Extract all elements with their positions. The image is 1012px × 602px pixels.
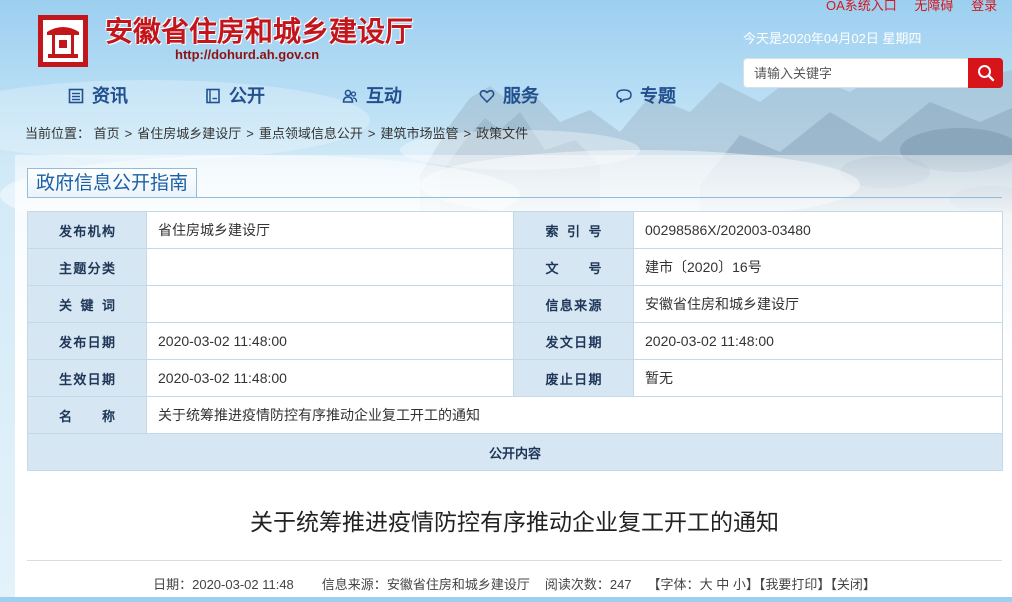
field-label: 信息来源: [545, 297, 602, 313]
table-row: 发布机构 省住房城乡建设厅 索 引 号 00298586X/202003-034…: [27, 211, 1003, 249]
table-row: 主题分类 文 号 建市〔2020〕16号: [27, 248, 1003, 286]
nav-item-label: 服务: [503, 86, 539, 106]
breadcrumb-market-supervision[interactable]: 建筑市场监管: [380, 126, 458, 141]
department-seal-logo[interactable]: [38, 15, 88, 67]
field-value: 关于统筹推进疫情防控有序推动企业复工开工的通知: [146, 396, 1003, 434]
field-value: 2020-03-02 11:48:00: [146, 359, 514, 397]
breadcrumb-prefix: 当前位置：: [25, 126, 91, 141]
field-value: 安徽省住房和城乡建设厅: [633, 285, 1003, 323]
book-icon: [206, 88, 220, 104]
nav-item-topics[interactable]: 专题: [616, 85, 753, 107]
login-link[interactable]: 登录: [971, 0, 997, 13]
accessibility-link[interactable]: 无障碍: [914, 0, 953, 13]
meta-views-label: 阅读次数：: [544, 577, 610, 592]
field-value: 2020-03-02 11:48:00: [633, 322, 1003, 360]
font-size-large[interactable]: 大: [700, 577, 713, 592]
field-label: 主题分类: [59, 260, 115, 276]
meta-date-value: 2020-03-02 11:48: [192, 577, 294, 592]
chat-icon: [616, 89, 632, 103]
table-row: 名 称 关于统筹推进疫情防控有序推动企业复工开工的通知: [27, 396, 1003, 434]
nav-item-public[interactable]: 公开: [205, 85, 342, 107]
field-value: 建市〔2020〕16号: [633, 248, 1003, 286]
breadcrumb-separator: >: [463, 126, 472, 141]
field-label: 废止日期: [545, 371, 602, 387]
close-button[interactable]: 【关闭】: [830, 577, 876, 592]
table-row: 关 键 词 信息来源 安徽省住房和城乡建设厅: [27, 285, 1003, 323]
print-button[interactable]: 【我要打印】: [759, 577, 831, 592]
search-input[interactable]: [743, 58, 968, 88]
today-date: 今天是2020年04月02日 星期四: [743, 31, 922, 46]
breadcrumb-separator: >: [124, 126, 133, 141]
field-value: 省住房城乡建设厅: [146, 211, 514, 249]
article-title: 关于统筹推进疫情防控有序推动企业复工开工的通知: [250, 509, 779, 535]
font-size-label: 【字体：: [647, 577, 700, 592]
nav-item-label: 专题: [640, 86, 676, 106]
site-url[interactable]: http://dohurd.ah.gov.cn: [175, 47, 319, 63]
field-label: 发文日期: [545, 334, 602, 350]
table-row: 发布日期 2020-03-02 11:48:00 发文日期 2020-03-02…: [27, 322, 1003, 360]
nav-item-news[interactable]: 资讯: [68, 85, 205, 107]
tab-underline: [27, 197, 1002, 198]
font-size-small[interactable]: 小: [733, 577, 746, 592]
table-row: 公开内容: [27, 433, 1003, 471]
table-row: 生效日期 2020-03-02 11:48:00 废止日期 暂无: [27, 359, 1003, 397]
search-icon: [977, 65, 994, 82]
nav-item-label: 资讯: [92, 86, 128, 106]
field-label: 关 键 词: [59, 297, 115, 313]
font-size-control: 【字体：大 中 小】: [648, 577, 759, 592]
meta-source-value: 安徽省住房和城乡建设厅: [386, 577, 530, 592]
field-label: 发布机构: [59, 223, 115, 239]
nav-item-label: 互动: [366, 86, 402, 106]
heart-icon: [479, 89, 495, 103]
list-icon: [68, 88, 84, 104]
title-divider: [27, 560, 1002, 561]
nav-item-interaction[interactable]: 互动: [342, 85, 479, 107]
main-nav: 资讯 公开 互动 服务 专题: [68, 85, 753, 107]
search-bar: [743, 58, 1003, 88]
field-label: 生效日期: [59, 371, 115, 387]
font-size-medium[interactable]: 中: [716, 577, 729, 592]
search-button[interactable]: [968, 58, 1003, 88]
breadcrumb-separator: >: [367, 126, 376, 141]
breadcrumb-home[interactable]: 首页: [94, 126, 120, 141]
field-label: 索 引 号: [545, 223, 602, 239]
top-links: OA系统入口 无障碍 登录: [826, 0, 997, 14]
field-label: 名 称: [59, 408, 115, 424]
nav-item-service[interactable]: 服务: [479, 85, 616, 107]
content-section-label: 公开内容: [27, 433, 1003, 471]
field-value: [146, 248, 514, 286]
people-icon: [342, 89, 358, 103]
breadcrumb: 当前位置： 首页 > 省住房城乡建设厅 > 重点领域信息公开 > 建筑市场监管 > 政策文件: [25, 126, 528, 142]
nav-item-label: 公开: [229, 86, 265, 106]
breadcrumb-separator: >: [246, 126, 254, 141]
oa-system-link[interactable]: OA系统入口: [826, 0, 897, 13]
meta-views: 阅读次数：247: [545, 577, 632, 592]
meta-source: 信息来源：安徽省住房和城乡建设厅: [322, 577, 530, 592]
site-title[interactable]: 安徽省住房和城乡建设厅: [105, 13, 413, 51]
breadcrumb-key-info[interactable]: 重点领域信息公开: [259, 126, 363, 141]
field-value: 2020-03-02 11:48:00: [146, 322, 514, 360]
field-value: 00298586X/202003-03480: [633, 211, 1003, 249]
disclosure-info-table: 发布机构 省住房城乡建设厅 索 引 号 00298586X/202003-034…: [27, 211, 1003, 471]
field-value: 暂无: [633, 359, 1003, 397]
article-meta: 日期：2020-03-02 11:48 信息来源：安徽省住房和城乡建设厅 阅读次数：…: [27, 577, 1002, 593]
meta-source-label: 信息来源：: [321, 577, 387, 592]
breadcrumb-department[interactable]: 省住房城乡建设厅: [137, 126, 241, 141]
tab-disclosure-guide[interactable]: 政府信息公开指南: [27, 168, 197, 198]
meta-date: 日期：2020-03-02 11:48: [153, 577, 294, 592]
field-value: [146, 285, 514, 323]
meta-views-value: 247: [609, 577, 632, 592]
font-size-close-bracket: 】: [745, 577, 759, 592]
field-label: 发布日期: [59, 334, 115, 350]
meta-date-label: 日期：: [153, 577, 193, 592]
field-label: 文 号: [545, 260, 602, 276]
breadcrumb-policy-docs[interactable]: 政策文件: [476, 126, 528, 141]
